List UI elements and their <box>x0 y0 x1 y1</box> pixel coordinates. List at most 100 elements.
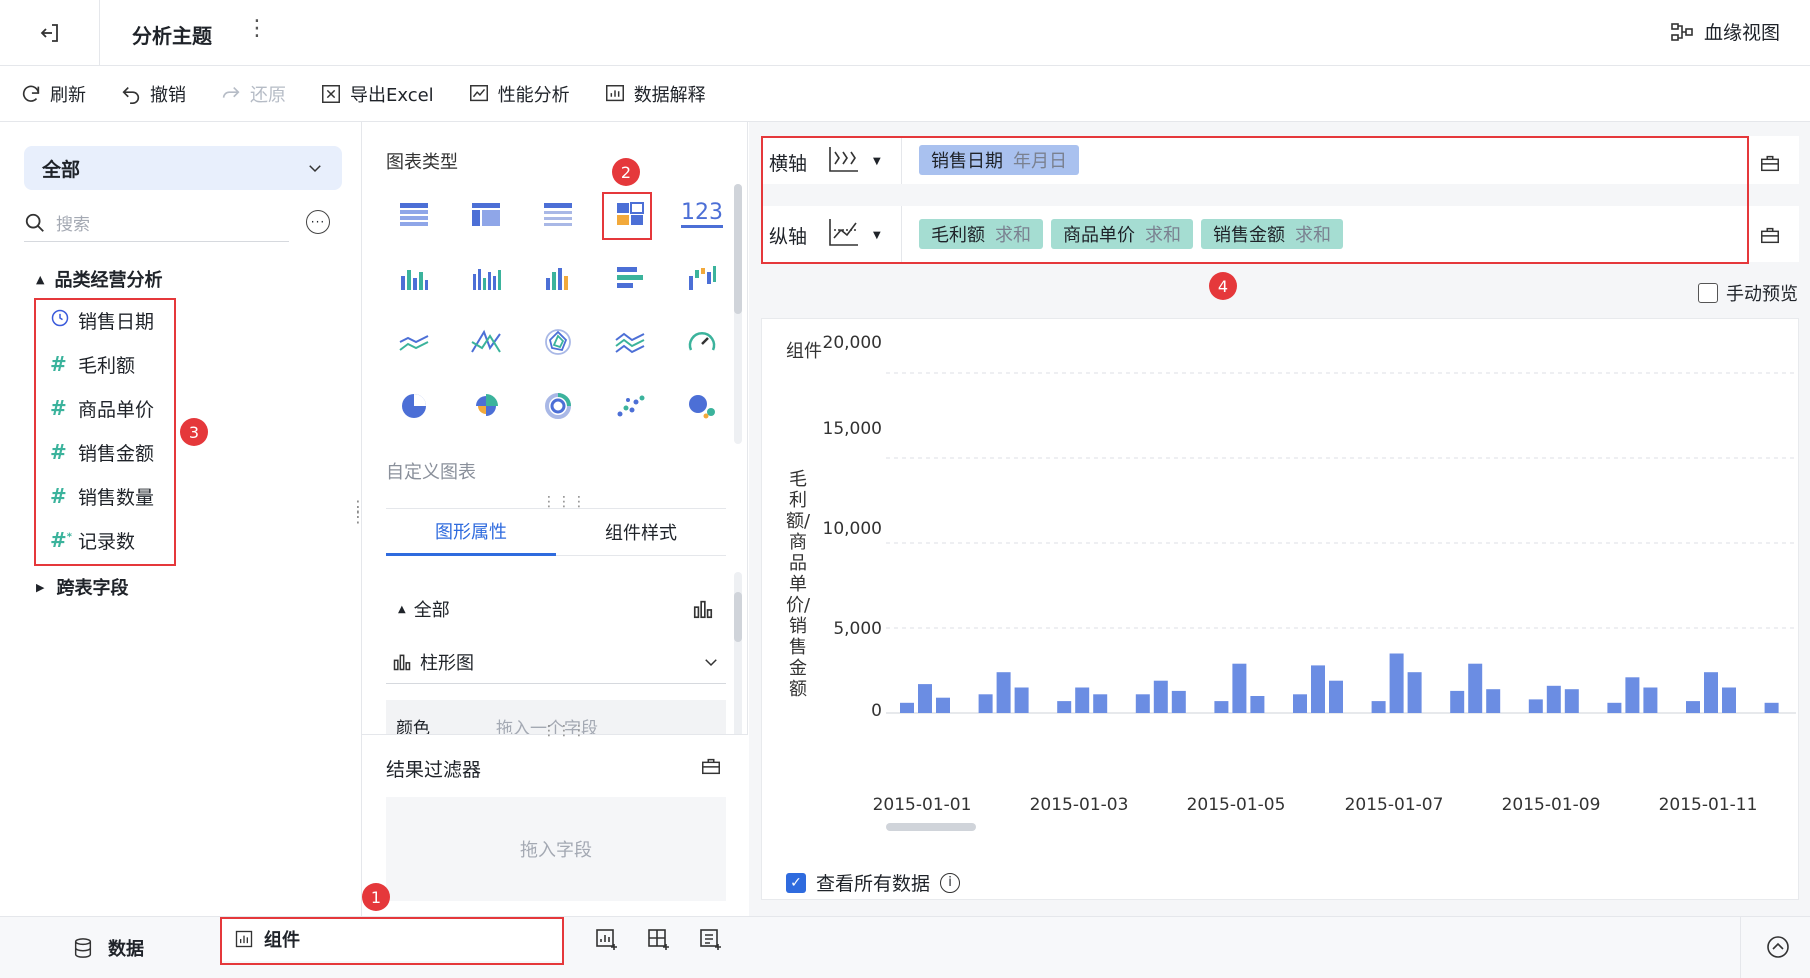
line-chart-icon[interactable] <box>378 310 450 374</box>
radar-chart-icon[interactable] <box>522 310 594 374</box>
chart-horizontal-scrollbar[interactable] <box>886 823 976 831</box>
table-chart-icon[interactable] <box>378 182 450 246</box>
bar-2015-01-07-s0[interactable] <box>1371 701 1386 713</box>
chart-kind-select[interactable]: 柱形图 <box>386 640 726 684</box>
redo-button[interactable]: 还原 <box>220 81 286 107</box>
export-excel-label: 导出Excel <box>350 84 434 106</box>
donut-chart-icon[interactable] <box>522 374 594 438</box>
bubble-chart-icon[interactable] <box>666 374 738 438</box>
resize-handle[interactable]: ⋮⋮⋮ <box>542 723 587 739</box>
data-explain-button[interactable]: 数据解释 <box>604 81 706 107</box>
stacked-area-chart-icon[interactable] <box>594 310 666 374</box>
scope-select[interactable]: 全部 <box>24 146 342 190</box>
tab-graph-props[interactable]: 图形属性 <box>386 508 556 556</box>
search-box[interactable]: 搜索 <box>24 204 289 242</box>
bar-2015-01-04-s2[interactable] <box>1171 690 1186 713</box>
kpi-number-chart-icon[interactable]: 123 <box>666 182 738 246</box>
bar-2015-01-02-s0[interactable] <box>978 694 993 713</box>
bar-2015-01-01-s1[interactable] <box>918 684 932 713</box>
bar-2015-01-05-s0[interactable] <box>1214 701 1229 713</box>
back-button[interactable] <box>0 0 100 66</box>
horizontal-bar-chart-icon[interactable] <box>594 246 666 310</box>
check-icon[interactable]: ✓ <box>786 872 806 893</box>
bar-2015-01-10-s0[interactable] <box>1607 702 1622 713</box>
add-component-icon[interactable] <box>594 927 620 953</box>
x-tick-label: 2015-01-05 <box>1186 795 1286 815</box>
bar-2015-01-06-s1[interactable] <box>1311 665 1325 713</box>
annotation-box-2 <box>602 192 652 240</box>
bar-2015-01-01-s2[interactable] <box>936 697 950 713</box>
bar-2015-01-01-s0[interactable] <box>900 702 914 713</box>
tab-component-style[interactable]: 组件样式 <box>556 508 726 556</box>
bar-2015-01-11-s0[interactable] <box>1686 701 1700 713</box>
lineage-view-button[interactable]: 血缘视图 <box>1670 18 1780 45</box>
refresh-button[interactable]: 刷新 <box>20 81 86 107</box>
manual-preview-toggle[interactable]: 手动预览 <box>1698 280 1798 306</box>
bar-2015-01-03-s0[interactable] <box>1057 701 1072 713</box>
data-tab-label: 数据 <box>108 939 144 960</box>
search-input[interactable]: 搜索 <box>56 210 90 235</box>
performance-button[interactable]: 性能分析 <box>468 81 570 107</box>
export-excel-button[interactable]: 导出Excel <box>320 81 434 107</box>
gauge-chart-icon[interactable] <box>666 310 738 374</box>
bar-2015-01-07-s1[interactable] <box>1389 653 1404 714</box>
x-tick-label: 2015-01-11 <box>1658 795 1758 815</box>
bar-2015-01-12-s0[interactable] <box>1764 702 1779 713</box>
all-group[interactable]: ▲ 全部 <box>398 596 450 622</box>
add-report-icon[interactable] <box>698 927 724 953</box>
bar-2015-01-03-s1[interactable] <box>1075 687 1090 714</box>
more-options-icon[interactable]: ··· <box>306 210 330 234</box>
detail-table-chart-icon[interactable] <box>522 182 594 246</box>
undo-button[interactable]: 撤销 <box>120 81 186 107</box>
custom-chart-label[interactable]: 自定义图表 <box>386 458 476 484</box>
collapse-up-icon[interactable] <box>1766 935 1790 959</box>
bar-2015-01-09-s0[interactable] <box>1528 699 1543 713</box>
bar-2015-01-10-s2[interactable] <box>1643 687 1658 714</box>
bar-2015-01-05-s2[interactable] <box>1250 696 1265 713</box>
cross-table-group[interactable]: ▶ 跨表字段 <box>36 574 128 600</box>
top-bar: 分析主题 ⋮ 血缘视图 <box>0 0 1810 66</box>
bar-2015-01-06-s2[interactable] <box>1329 680 1343 713</box>
bar-chart-icon[interactable] <box>522 246 594 310</box>
bar-2015-01-02-s2[interactable] <box>1014 687 1029 714</box>
column-chart-icon[interactable] <box>450 246 522 310</box>
y-axis-toolbox-icon[interactable] <box>1759 224 1781 246</box>
waterfall-chart-icon[interactable] <box>666 246 738 310</box>
bar-2015-01-11-s1[interactable] <box>1704 672 1718 713</box>
bar-2015-01-04-s0[interactable] <box>1135 694 1150 713</box>
cross-table-chart-icon[interactable] <box>450 182 522 246</box>
bar-2015-01-09-s1[interactable] <box>1546 685 1561 713</box>
bar-2015-01-11-s2[interactable] <box>1722 687 1736 714</box>
bar-2015-01-08-s0[interactable] <box>1450 690 1465 713</box>
bottom-bar: 数据 组件 1 <box>0 883 1810 978</box>
manual-preview-checkbox[interactable] <box>1698 283 1718 303</box>
bar-2015-01-07-s2[interactable] <box>1407 672 1422 713</box>
bar-2015-01-05-s1[interactable] <box>1232 663 1247 713</box>
x-axis-toolbox-icon[interactable] <box>1759 152 1781 174</box>
rose-chart-icon[interactable] <box>450 374 522 438</box>
toolbox-icon[interactable] <box>700 755 722 777</box>
filter-drop-zone[interactable]: 拖入字段 <box>386 797 726 901</box>
pie-chart-icon[interactable] <box>378 374 450 438</box>
more-menu-icon[interactable]: ⋮ <box>246 16 268 41</box>
grouped-bar-chart-icon[interactable] <box>378 246 450 310</box>
bar-2015-01-06-s0[interactable] <box>1293 694 1307 713</box>
y-tick-5000: 5,000 <box>833 619 882 639</box>
tab-data[interactable]: 数据 <box>72 935 144 961</box>
bar-type-icon[interactable] <box>692 598 714 620</box>
area-line-chart-icon[interactable] <box>450 310 522 374</box>
bar-2015-01-02-s1[interactable] <box>996 672 1011 713</box>
bar-2015-01-03-s2[interactable] <box>1093 694 1108 713</box>
bar-2015-01-08-s1[interactable] <box>1468 663 1483 713</box>
info-icon[interactable]: i <box>940 872 961 893</box>
add-dashboard-icon[interactable] <box>646 927 672 953</box>
scatter-chart-icon[interactable] <box>594 374 666 438</box>
performance-label: 性能分析 <box>497 84 570 106</box>
bar-2015-01-08-s2[interactable] <box>1486 689 1501 713</box>
group-header[interactable]: ▲ 品类经营分析 <box>36 266 162 292</box>
bar-2015-01-04-s1[interactable] <box>1153 680 1168 713</box>
bar-2015-01-10-s1[interactable] <box>1625 677 1640 713</box>
bar-2015-01-09-s2[interactable] <box>1564 689 1579 713</box>
view-all-data-toggle[interactable]: ✓ 查看所有数据 i <box>786 869 961 896</box>
chevron-down-icon <box>705 658 717 666</box>
